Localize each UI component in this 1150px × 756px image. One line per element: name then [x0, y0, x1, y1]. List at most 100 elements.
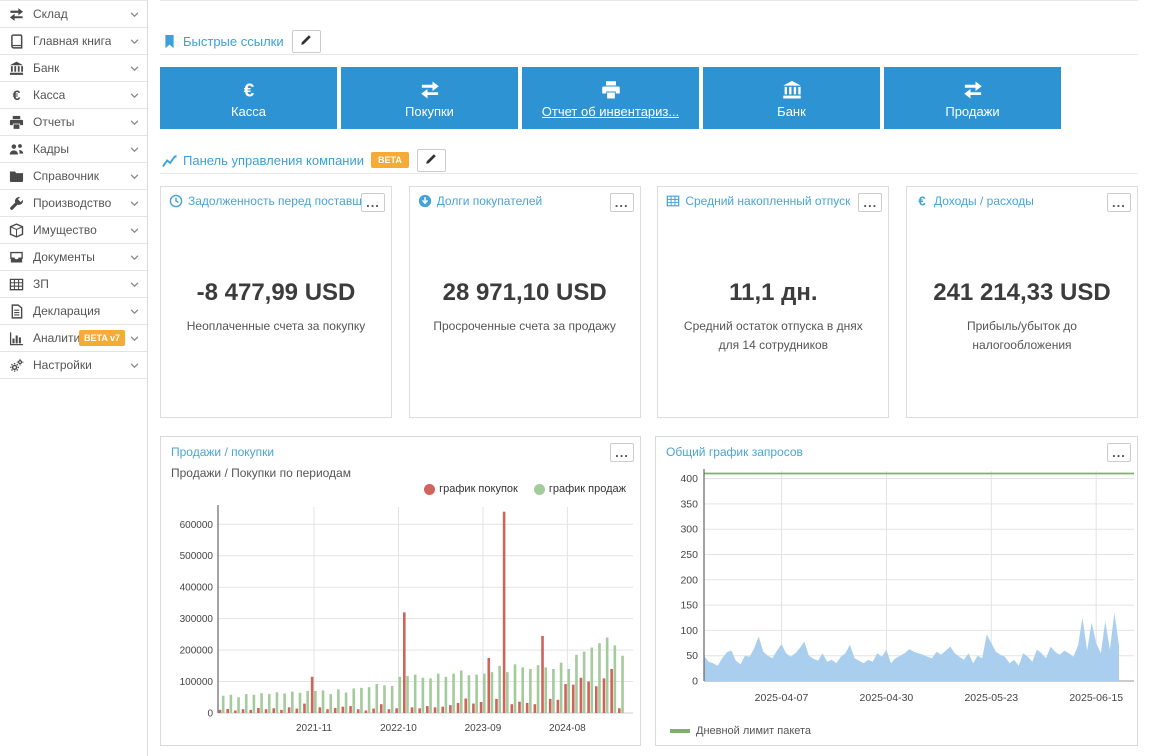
chevron-down-icon	[129, 9, 140, 20]
transfer-icon	[9, 7, 26, 22]
chart-legend: Дневной лимит пакета	[670, 725, 811, 737]
kpi-menu-button[interactable]: ...	[361, 193, 385, 212]
main-content: Быстрые ссылки € Касса Покупки Отчет об …	[160, 0, 1138, 756]
kpi-row: Задолженность перед поставщиками ... -8 …	[160, 186, 1138, 418]
quick-links-tiles: € Касса Покупки Отчет об инвентариз... Б…	[160, 67, 1061, 129]
svg-text:2023-09: 2023-09	[465, 723, 502, 734]
kpi-caption: Просроченные счета за продажу	[410, 317, 640, 336]
gears-icon	[9, 358, 26, 373]
sidebar-item-label: Кадры	[33, 142, 69, 156]
chart-menu-button[interactable]: ...	[1107, 443, 1131, 462]
edit-dashboard-button[interactable]	[417, 149, 446, 172]
sidebar-item-kassa[interactable]: € Касса	[0, 82, 147, 109]
kpi-title: Средний накопленный отпуск	[685, 194, 850, 208]
kpi-menu-button[interactable]: ...	[858, 193, 882, 212]
arrow-down-circle-icon	[418, 194, 432, 208]
sidebar-item-deklaratsiya[interactable]: Декларация	[0, 298, 147, 325]
table-icon	[666, 194, 680, 208]
kpi-card-header: € Доходы / расходы	[907, 187, 1137, 208]
quick-link-otchet-ob-inventarizatsii[interactable]: Отчет об инвентариз...	[522, 67, 699, 129]
kpi-menu-button[interactable]: ...	[1107, 193, 1131, 212]
chevron-down-icon	[129, 333, 140, 344]
sidebar-item-label: Справочник	[33, 169, 99, 183]
euro-icon: €	[238, 78, 260, 102]
bookmark-icon	[162, 34, 177, 49]
kpi-value: 28 971,10 USD	[410, 279, 640, 307]
quick-link-kassa[interactable]: € Касса	[160, 67, 337, 129]
inbox-icon	[9, 250, 26, 265]
clock-icon	[169, 194, 183, 208]
svg-text:2022-10: 2022-10	[380, 723, 417, 734]
cube-icon	[9, 223, 26, 238]
book-icon	[9, 34, 26, 49]
linechart-icon	[162, 153, 177, 168]
sidebar-item-otchety[interactable]: Отчеты	[0, 109, 147, 136]
kpi-menu-button[interactable]: ...	[610, 193, 634, 212]
sidebar-item-analitika[interactable]: Аналитика BETA v7	[0, 325, 147, 352]
sidebar-item-kadry[interactable]: Кадры	[0, 136, 147, 163]
sidebar-item-glavnaya-kniga[interactable]: Главная книга	[0, 28, 147, 55]
svg-text:0: 0	[207, 709, 213, 720]
quick-links-header: Быстрые ссылки	[162, 28, 321, 54]
svg-text:2025-04-30: 2025-04-30	[860, 692, 914, 704]
divider	[160, 54, 1138, 55]
chart-card-sales-purchases: Продажи / покупки ... Продажи / Покупки …	[160, 436, 641, 746]
kpi-caption: Прибыль/убыток до налогообложения	[907, 317, 1137, 354]
sidebar-item-imushchestvo[interactable]: Имущество	[0, 217, 147, 244]
sidebar-item-spravochnik[interactable]: Справочник	[0, 163, 147, 190]
kpi-card-receivables: Долги покупателей ... 28 971,10 USD Прос…	[409, 186, 641, 418]
quick-link-pokupki[interactable]: Покупки	[341, 67, 518, 129]
legend-label: график продаж	[549, 483, 626, 495]
chevron-down-icon	[129, 360, 140, 371]
transfer-icon	[962, 78, 984, 102]
pencil-icon	[425, 152, 438, 168]
sidebar: Склад Главная книга Банк € Касса Отчеты …	[0, 0, 148, 756]
svg-text:2025-04-07: 2025-04-07	[755, 692, 809, 704]
chart-title: Общий график запросов	[666, 445, 803, 459]
sidebar-item-label: Склад	[33, 7, 68, 21]
sidebar-item-nastroyki[interactable]: Настройки	[0, 352, 147, 379]
chevron-down-icon	[129, 252, 140, 263]
chevron-down-icon	[129, 90, 140, 101]
sidebar-item-label: Документы	[33, 250, 95, 264]
svg-text:2025-06-15: 2025-06-15	[1069, 692, 1123, 704]
kpi-title: Задолженность перед поставщиками	[188, 194, 361, 208]
kpi-caption: Средний остаток отпуска в днях для 14 со…	[658, 317, 888, 354]
svg-text:300000: 300000	[180, 614, 214, 625]
svg-text:350: 350	[680, 498, 698, 510]
chevron-down-icon	[129, 279, 140, 290]
sidebar-item-dokumenty[interactable]: Документы	[0, 244, 147, 271]
printer-icon	[9, 115, 26, 130]
svg-text:600000: 600000	[180, 520, 214, 531]
sales-purchases-bar-chart: 0100000200000300000400000500000600000202…	[166, 501, 635, 741]
tile-label: Касса	[231, 104, 266, 119]
transfer-icon	[419, 78, 441, 102]
sidebar-item-zp[interactable]: ЗП	[0, 271, 147, 298]
dashboard-title: Панель управления компании	[183, 153, 364, 168]
quick-link-bank[interactable]: Банк	[703, 67, 880, 129]
svg-text:2021-11: 2021-11	[296, 723, 332, 734]
edit-quick-links-button[interactable]	[292, 30, 321, 53]
sidebar-item-proizvodstvo[interactable]: Производство	[0, 190, 147, 217]
chevron-down-icon	[129, 117, 140, 128]
quick-link-prodazhi[interactable]: Продажи	[884, 67, 1061, 129]
kpi-title: Долги покупателей	[437, 194, 543, 208]
sidebar-item-sklad[interactable]: Склад	[0, 1, 147, 28]
euro-icon: €	[9, 88, 26, 103]
sidebar-item-bank[interactable]: Банк	[0, 55, 147, 82]
svg-text:300: 300	[680, 524, 698, 536]
barchart-icon	[9, 331, 26, 346]
sidebar-item-label: Производство	[33, 196, 111, 210]
chart-menu-button[interactable]: ...	[610, 443, 634, 462]
chevron-down-icon	[129, 36, 140, 47]
legend-dot-red	[424, 484, 435, 495]
svg-text:400000: 400000	[180, 583, 214, 594]
legend-item-purchases: график покупок	[424, 483, 518, 495]
kpi-card-payables: Задолженность перед поставщиками ... -8 …	[160, 186, 392, 418]
svg-text:€: €	[918, 194, 926, 208]
svg-text:100000: 100000	[180, 677, 214, 688]
legend-item-sales: график продаж	[534, 483, 626, 495]
svg-text:2024-08: 2024-08	[549, 723, 586, 734]
sidebar-item-label: Банк	[33, 61, 59, 75]
chevron-down-icon	[129, 63, 140, 74]
